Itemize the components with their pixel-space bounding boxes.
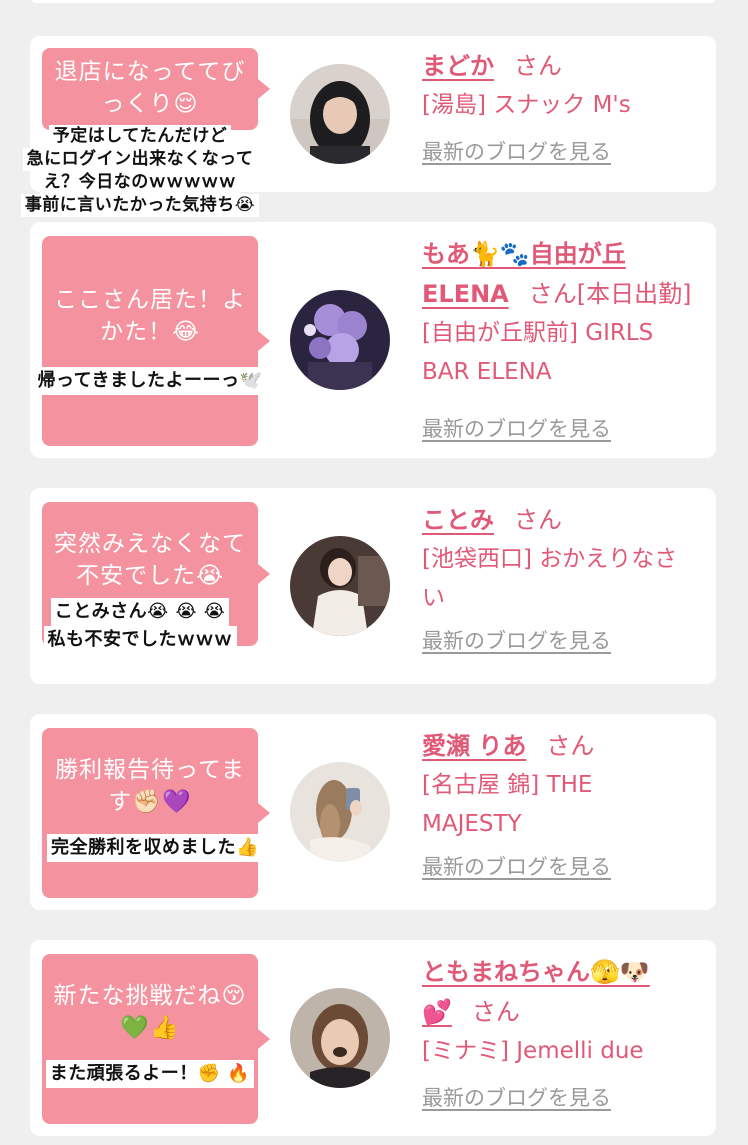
comment-bubble: 新たな挑戦だね😚 💚👍: [42, 954, 270, 1124]
shop-line: MAJESTY: [422, 811, 522, 837]
latest-blog-link[interactable]: 最新のブログを見る: [422, 852, 611, 882]
shop-line: [名古屋 錦] THE: [422, 772, 593, 798]
name-suffix: さん[本日出勤]: [528, 280, 692, 308]
reply-line: え？今日なのｗｗｗｗｗ: [39, 171, 241, 194]
reply-line: 予定はしてたんだけど: [48, 125, 232, 148]
reply-line: また頑張るよー！✊ 🔥: [45, 1060, 255, 1088]
comment-text: 勝利報告待ってま す✊🏻💜: [42, 754, 258, 818]
review-feed: 退店になっててび っくり😌 予定はしてたんだけど 急にログイン出来なくなって え…: [0, 0, 748, 1145]
name-suffix: さん: [514, 52, 562, 80]
comment-line: 突然みえなくなて: [54, 531, 246, 557]
latest-blog-link[interactable]: 最新のブログを見る: [422, 626, 611, 656]
shop-name[interactable]: [ミナミ] Jemelli due: [422, 1032, 712, 1071]
cast-name-link[interactable]: 💕: [422, 998, 452, 1026]
cast-info: まどか さん [湯島] スナック M's 最新のブログを見る: [422, 46, 712, 167]
comment-bubble: ここさん居た！よ かた！😂: [42, 236, 270, 446]
avatar[interactable]: [290, 988, 390, 1088]
avatar[interactable]: [290, 290, 390, 390]
latest-blog-link[interactable]: 最新のブログを見る: [422, 414, 611, 444]
reply-text: 予定はしてたんだけど 急にログイン出来なくなって え？今日なのｗｗｗｗｗ 事前に…: [0, 125, 280, 217]
shop-name[interactable]: [池袋西口] おかえりなさ い: [422, 540, 712, 618]
reply-line: 帰ってきましたよーーっ🕊️: [33, 367, 267, 395]
review-card: 新たな挑戦だね😚 💚👍 また頑張るよー！✊ 🔥 ともまねちゃん🫣🐶 💕 さん […: [30, 940, 716, 1136]
comment-line: 勝利報告待ってま: [55, 757, 245, 783]
comment-line: ここさん居た！よ: [54, 287, 246, 313]
comment-line: っくり😌: [101, 91, 199, 117]
cast-name-link[interactable]: 愛瀬 りあ: [422, 732, 526, 760]
avatar[interactable]: [290, 536, 390, 636]
comment-line: 💚👍: [120, 1015, 180, 1041]
comment-bubble: 勝利報告待ってま す✊🏻💜: [42, 728, 270, 898]
shop-line: [池袋西口] おかえりなさ: [422, 546, 678, 572]
shop-name[interactable]: [名古屋 錦] THE MAJESTY: [422, 766, 712, 844]
comment-text: 退店になっててび っくり😌: [42, 56, 258, 120]
cast-info: もあ🐈🐾自由が丘 ELENA さん[本日出勤] [自由が丘駅前] GIRLS BA…: [422, 234, 712, 444]
cast-name-link[interactable]: ELENA: [422, 280, 509, 308]
shop-line: い: [422, 585, 445, 611]
comment-line: す✊🏻💜: [108, 789, 192, 815]
reply-line: 急にログイン出来なくなって: [22, 148, 258, 171]
shop-line: BAR ELENA: [422, 359, 552, 385]
reply-line: 私も不安でしたｗｗｗ: [43, 626, 237, 654]
cast-name-link[interactable]: まどか: [422, 52, 494, 80]
comment-line: 新たな挑戦だね😚: [53, 983, 247, 1009]
reply-text: また頑張るよー！✊ 🔥: [10, 1060, 290, 1088]
comment-line: 不安でした😭: [76, 563, 224, 589]
previous-card-edge: [30, 0, 716, 3]
reply-line: 完全勝利を収めました👍: [47, 834, 263, 862]
review-card: 勝利報告待ってま す✊🏻💜 完全勝利を収めました👍 愛瀬 りあ さん [名古屋 錦…: [30, 714, 716, 910]
avatar[interactable]: [290, 64, 390, 164]
name-suffix: さん: [471, 998, 520, 1026]
reply-text: 完全勝利を収めました👍: [15, 834, 295, 862]
name-suffix: さん: [514, 506, 562, 534]
review-card: 退店になっててび っくり😌 予定はしてたんだけど 急にログイン出来なくなって え…: [20, 36, 716, 217]
cast-info: 愛瀬 りあ さん [名古屋 錦] THE MAJESTY 最新のブログを見る: [422, 726, 712, 882]
shop-line: [湯島] スナック M's: [422, 92, 631, 118]
avatar[interactable]: [290, 762, 390, 862]
comment-line: かた！😂: [100, 319, 200, 345]
comment-text: ここさん居た！よ かた！😂: [42, 284, 258, 348]
latest-blog-link[interactable]: 最新のブログを見る: [422, 137, 611, 167]
review-card: ここさん居た！よ かた！😂 帰ってきましたよーーっ🕊️ もあ🐈🐾自由が丘 ELE…: [30, 222, 716, 458]
reply-line: 事前に言いたかった気持ち😭: [20, 194, 260, 217]
cast-name-link[interactable]: ともまねちゃん🫣🐶: [422, 958, 650, 986]
latest-blog-link[interactable]: 最新のブログを見る: [422, 1083, 611, 1113]
cast-info: ともまねちゃん🫣🐶 💕 さん [ミナミ] Jemelli due 最新のブログを見…: [422, 952, 712, 1113]
comment-text: 突然みえなくなて 不安でした😭: [42, 528, 258, 592]
cast-name-link[interactable]: ことみ: [422, 506, 494, 534]
reply-text: ことみさん😭 😭 😭 私も不安でしたｗｗｗ: [0, 598, 280, 654]
cast-info: ことみ さん [池袋西口] おかえりなさ い 最新のブログを見る: [422, 500, 712, 656]
reply-line: ことみさん😭 😭 😭: [50, 598, 230, 626]
review-card: 突然みえなくなて 不安でした😭 ことみさん😭 😭 😭 私も不安でしたｗｗｗ こと…: [30, 488, 716, 684]
shop-name[interactable]: [湯島] スナック M's: [422, 86, 712, 125]
reply-text: 帰ってきましたよーーっ🕊️: [10, 367, 290, 395]
name-suffix: さん: [546, 732, 595, 760]
shop-name[interactable]: [自由が丘駅前] GIRLS BAR ELENA: [422, 314, 712, 392]
shop-line: [ミナミ] Jemelli due: [422, 1038, 644, 1064]
comment-text: 新たな挑戦だね😚 💚👍: [42, 980, 258, 1044]
shop-line: [自由が丘駅前] GIRLS: [422, 320, 654, 346]
cast-name-link[interactable]: もあ🐈🐾自由が丘: [422, 240, 626, 268]
comment-bubble: 退店になっててび っくり😌: [42, 48, 270, 130]
comment-line: 退店になっててび: [54, 59, 246, 85]
